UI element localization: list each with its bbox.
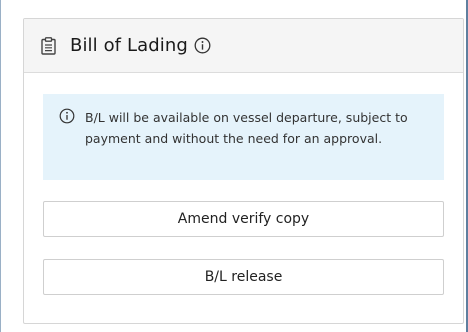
info-circle-icon[interactable]	[194, 37, 211, 54]
amend-verify-copy-button[interactable]: Amend verify copy	[43, 201, 444, 237]
info-notice: B/L will be available on vessel departur…	[43, 94, 444, 180]
clipboard-icon	[41, 36, 56, 55]
page: Bill of Lading B/L will be available on …	[0, 0, 468, 332]
notice-text: B/L will be available on vessel departur…	[85, 110, 408, 146]
info-circle-icon	[59, 108, 75, 124]
card-header: Bill of Lading	[24, 19, 463, 73]
card-title: Bill of Lading	[70, 35, 188, 56]
bill-of-lading-card: Bill of Lading B/L will be available on …	[23, 18, 464, 324]
bl-release-button[interactable]: B/L release	[43, 259, 444, 295]
